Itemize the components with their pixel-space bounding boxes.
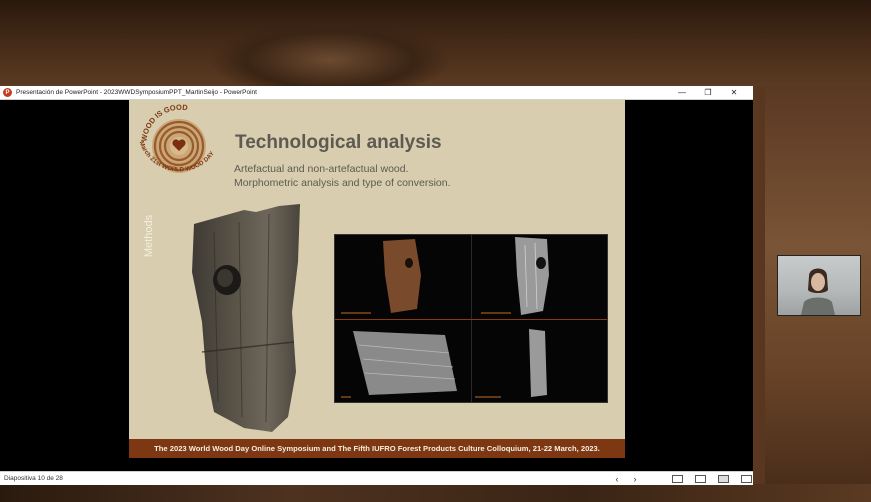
scan-divider-horizontal [335,319,607,320]
slide-canvas[interactable]: WOOD IS GOOD March 21st WORLD WOOD DAY T… [129,100,625,458]
wooden-artifact-photo [192,204,300,432]
window-controls: — ❐ ✕ [669,86,747,99]
powerpoint-icon: P [3,88,12,97]
webcam-person [801,268,835,315]
methods-side-label: Methods [143,214,155,258]
window-title: Presentación de PowerPoint - 2023WWDSymp… [16,89,257,96]
slide-footer: The 2023 World Wood Day Online Symposium… [129,439,625,458]
background-wood-bottom [0,484,871,502]
slide-sorter-view-icon[interactable] [695,474,706,483]
ct-scan-images [334,234,608,403]
slide-title: Technological analysis [235,132,442,153]
reading-view-icon[interactable] [718,474,729,483]
slide-subtitle-line1: Artefactual and non-artefactual wood. [234,163,409,175]
slide-subtitle-line2: Morphometric analysis and type of conver… [234,177,451,189]
slideshow-view-icon[interactable] [741,474,752,483]
minimize-button[interactable]: — [669,86,695,99]
wood-is-good-logo: WOOD IS GOOD March 21st WORLD WOOD DAY [138,103,217,174]
chevron-right-icon[interactable]: › [626,474,644,484]
powerpoint-window: P Presentación de PowerPoint - 2023WWDSy… [0,86,753,485]
slide-navigation: ‹ › [608,472,644,485]
slide-counter: Diapositiva 10 de 28 [4,475,63,482]
normal-view-icon[interactable] [672,474,683,483]
title-bar[interactable]: P Presentación de PowerPoint - 2023WWDSy… [0,86,753,100]
close-button[interactable]: ✕ [721,86,747,99]
chevron-left-icon[interactable]: ‹ [608,474,626,484]
restore-button[interactable]: ❐ [695,86,721,99]
background-wood-top [0,0,871,86]
webcam-feed [777,255,861,316]
status-bar: Diapositiva 10 de 28 ‹ › [0,471,753,485]
view-buttons [666,472,758,485]
